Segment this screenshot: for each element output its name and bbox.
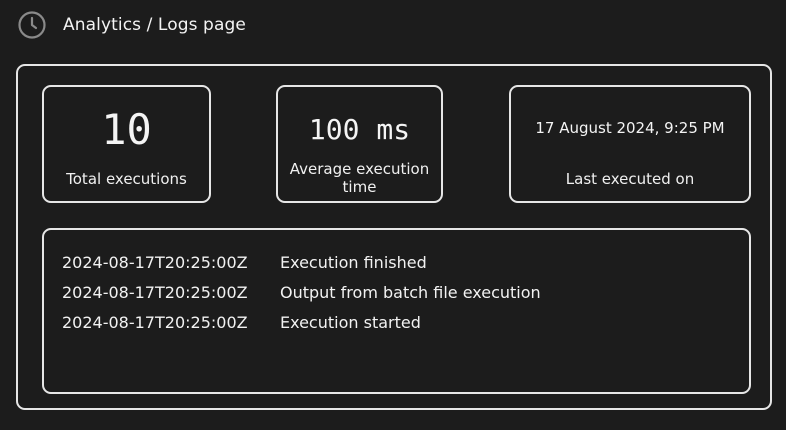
log-entry: 2024-08-17T20:25:00Z Execution finished bbox=[44, 247, 749, 277]
average-execution-time-label: Average execution time bbox=[289, 160, 430, 196]
log-list[interactable]: 2024-08-17T20:25:00Z Execution finished … bbox=[42, 228, 751, 394]
log-message: Execution finished bbox=[280, 252, 427, 272]
log-timestamp: 2024-08-17T20:25:00Z bbox=[62, 252, 248, 272]
last-executed-label: Last executed on bbox=[565, 170, 695, 188]
average-execution-time-card: 100 ms Average execution time bbox=[276, 85, 443, 203]
analytics-panel: 10 Total executions 100 ms Average execu… bbox=[16, 64, 772, 410]
last-executed-value: 17 August 2024, 9:25 PM bbox=[535, 119, 725, 137]
page-header: Analytics / Logs page bbox=[17, 9, 246, 41]
clock-icon bbox=[18, 11, 46, 39]
total-executions-label: Total executions bbox=[66, 170, 187, 188]
log-message: Output from batch file execution bbox=[280, 282, 541, 302]
log-entry: 2024-08-17T20:25:00Z Output from batch f… bbox=[44, 277, 749, 307]
log-timestamp: 2024-08-17T20:25:00Z bbox=[62, 282, 248, 302]
average-execution-time-value: 100 ms bbox=[308, 113, 411, 146]
page-title: Analytics / Logs page bbox=[63, 15, 246, 35]
last-executed-card: 17 August 2024, 9:25 PM Last executed on bbox=[509, 85, 751, 203]
log-message: Execution started bbox=[280, 312, 421, 332]
log-timestamp: 2024-08-17T20:25:00Z bbox=[62, 312, 248, 332]
total-executions-card: 10 Total executions bbox=[42, 85, 211, 203]
log-entry: 2024-08-17T20:25:00Z Execution started bbox=[44, 307, 749, 337]
total-executions-value: 10 bbox=[101, 105, 152, 154]
